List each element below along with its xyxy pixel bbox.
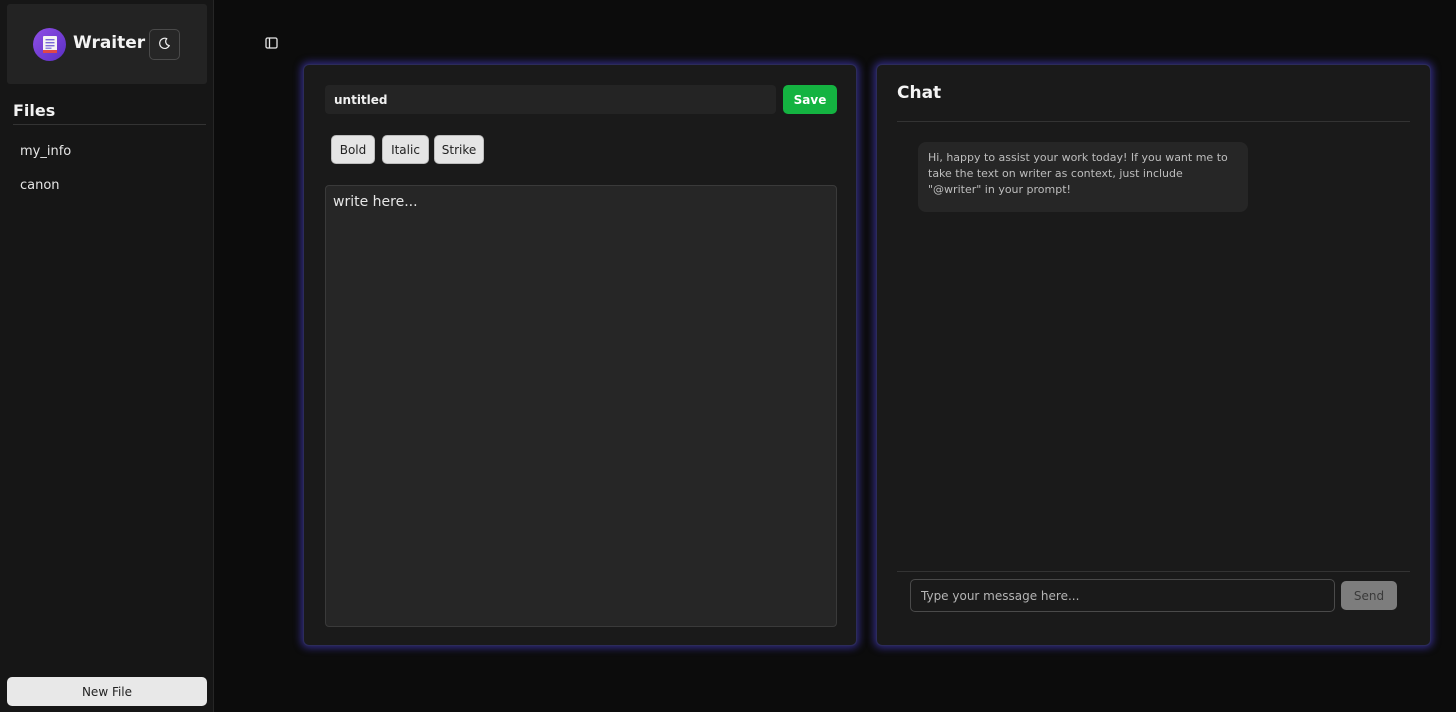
moon-icon bbox=[158, 37, 171, 53]
chat-input-divider bbox=[897, 571, 1410, 572]
save-button[interactable]: Save bbox=[783, 85, 837, 114]
chat-message-input[interactable] bbox=[910, 579, 1335, 612]
app-title: Wraiter bbox=[73, 33, 146, 53]
editor-textarea[interactable] bbox=[325, 185, 837, 627]
sidebar: Wraiter Files my_info canon New File bbox=[0, 0, 214, 712]
file-item-my-info[interactable]: my_info bbox=[20, 143, 71, 177]
document-icon bbox=[33, 28, 66, 61]
sidebar-toggle-icon[interactable] bbox=[264, 35, 280, 49]
chat-message: Hi, happy to assist your work today! If … bbox=[918, 142, 1248, 212]
files-divider bbox=[13, 124, 206, 125]
brand-header: Wraiter bbox=[7, 4, 207, 84]
editor-panel: Save Bold Italic Strike bbox=[303, 64, 857, 646]
file-list: my_info canon bbox=[20, 143, 71, 211]
bold-button[interactable]: Bold bbox=[331, 135, 375, 164]
chat-panel: Chat Hi, happy to assist your work today… bbox=[876, 64, 1431, 646]
files-heading: Files bbox=[13, 101, 56, 120]
send-button[interactable]: Send bbox=[1341, 581, 1397, 610]
strike-button[interactable]: Strike bbox=[434, 135, 484, 164]
italic-button[interactable]: Italic bbox=[382, 135, 429, 164]
chat-title: Chat bbox=[897, 83, 942, 103]
file-title-input[interactable] bbox=[325, 85, 776, 114]
theme-toggle-button[interactable] bbox=[149, 29, 180, 60]
chat-header-divider bbox=[897, 121, 1410, 122]
file-item-canon[interactable]: canon bbox=[20, 177, 71, 211]
new-file-button[interactable]: New File bbox=[7, 677, 207, 706]
